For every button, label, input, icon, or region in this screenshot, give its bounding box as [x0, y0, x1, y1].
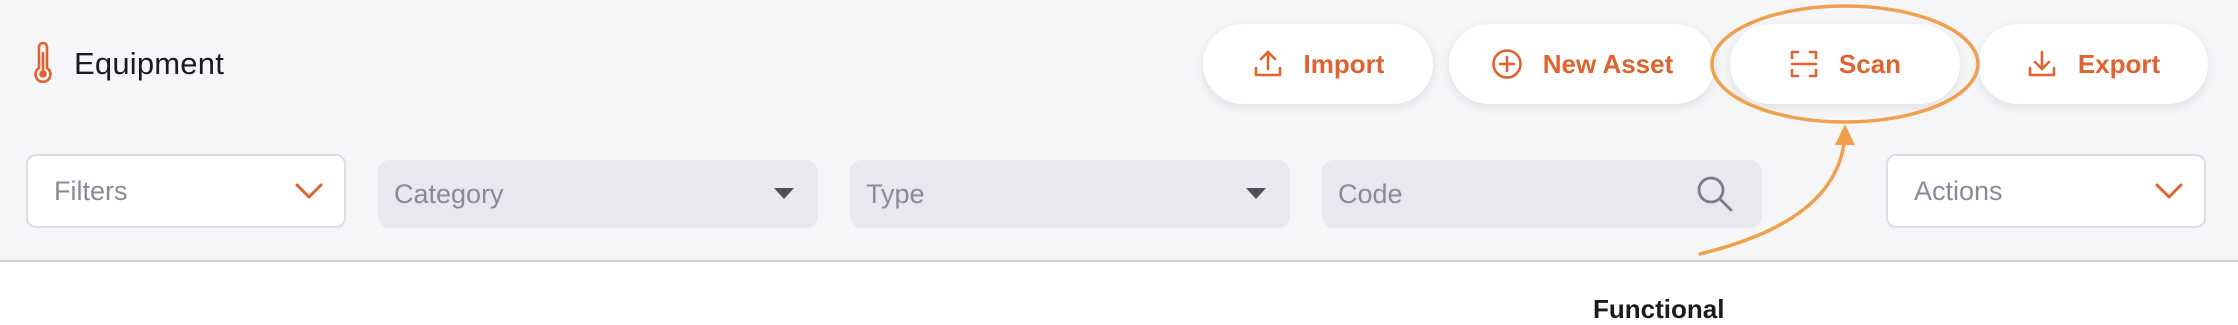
scan-icon	[1789, 49, 1819, 79]
actions-dropdown[interactable]: Actions	[1886, 154, 2206, 228]
toolbar-area: Equipment Import New Asset Scan Export F…	[0, 0, 2238, 262]
caret-down-icon	[774, 188, 794, 200]
scan-button[interactable]: Scan	[1730, 24, 1960, 104]
plus-circle-icon	[1491, 48, 1523, 80]
import-button[interactable]: Import	[1203, 24, 1433, 104]
download-icon	[2026, 48, 2058, 80]
import-button-label: Import	[1303, 48, 1385, 79]
new-asset-button-label: New Asset	[1542, 48, 1674, 79]
filters-label: Filters	[54, 175, 128, 206]
upload-icon	[1252, 48, 1284, 80]
scan-button-label: Scan	[1838, 48, 1902, 79]
table-column-header[interactable]: Functional	[1593, 294, 1724, 325]
type-select[interactable]: Type	[850, 160, 1290, 228]
category-select[interactable]: Category	[378, 160, 818, 228]
search-icon[interactable]	[1696, 175, 1734, 213]
export-button[interactable]: Export	[1978, 24, 2208, 104]
type-placeholder: Type	[866, 178, 925, 209]
page-title: Equipment	[74, 46, 225, 81]
thermometer-icon	[32, 41, 54, 88]
code-search-input[interactable]: Code	[1322, 160, 1762, 228]
code-placeholder: Code	[1338, 178, 1403, 209]
caret-down-icon	[1246, 188, 1266, 200]
actions-label: Actions	[1914, 175, 2003, 206]
filters-dropdown[interactable]: Filters	[26, 154, 346, 228]
chevron-down-icon	[2154, 182, 2184, 200]
export-button-label: Export	[2077, 48, 2161, 79]
new-asset-button[interactable]: New Asset	[1449, 24, 1715, 104]
page-header: Equipment	[32, 40, 224, 88]
chevron-down-icon	[294, 182, 324, 200]
category-placeholder: Category	[394, 178, 504, 209]
